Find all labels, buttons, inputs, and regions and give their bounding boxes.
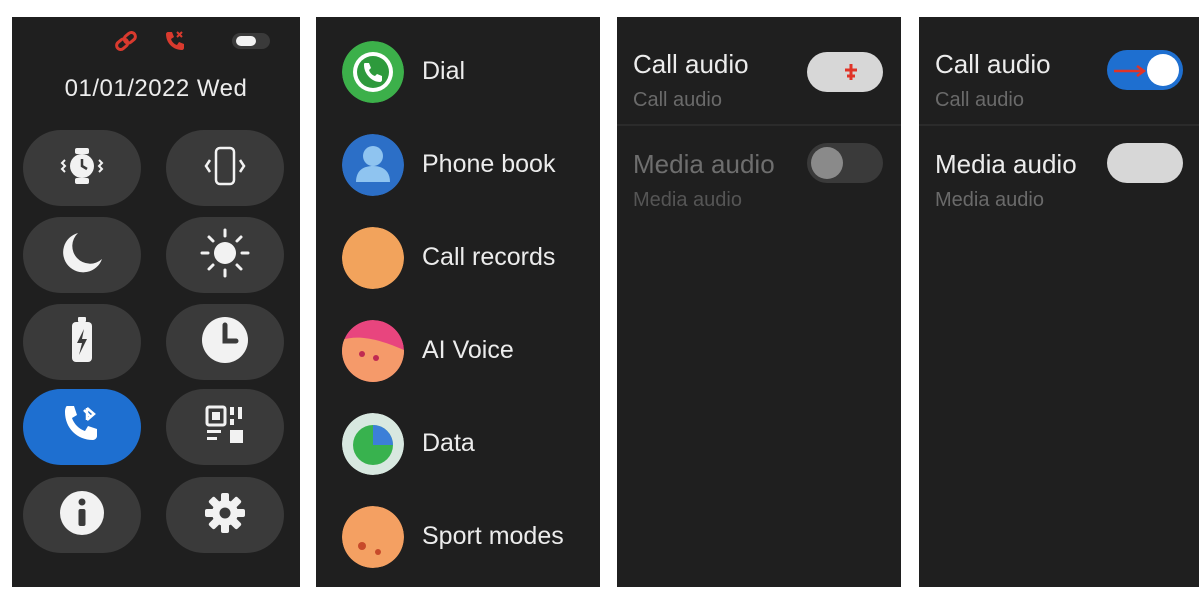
- data-icon: [342, 413, 404, 475]
- swipe-arrow-icon: [1113, 64, 1149, 82]
- sun-icon: [199, 227, 251, 284]
- tap-indicator-icon: [843, 62, 859, 87]
- audio-settings-screen-on: Call audio Call audio Media audio Media …: [919, 17, 1199, 587]
- phone-vibrate-icon: [201, 142, 249, 195]
- link-icon: [112, 29, 140, 58]
- info-icon: [56, 487, 108, 544]
- qr-code-icon: [201, 401, 249, 454]
- menu-item-label: Phone book: [422, 150, 556, 178]
- setting-title: Media audio: [633, 149, 775, 179]
- divider: [617, 124, 901, 126]
- setting-subtitle: Media audio: [935, 189, 1044, 211]
- status-bar: [12, 29, 300, 53]
- menu-item-phone-book[interactable]: Phone book: [316, 124, 600, 204]
- menu-item-call-records[interactable]: Call records: [316, 217, 600, 297]
- menu-item-label: Data: [422, 429, 475, 457]
- menu-item-data[interactable]: Data: [316, 403, 600, 483]
- audio-settings-screen-off: Call audio Call audio Media audio Media …: [617, 17, 901, 587]
- alarm-clock-button[interactable]: [166, 304, 284, 380]
- menu-item-dial[interactable]: Dial: [316, 31, 600, 111]
- battery-status-icon: [232, 33, 270, 49]
- bluetooth-call-button[interactable]: [23, 389, 141, 465]
- menu-item-ai-voice[interactable]: AI Voice: [316, 310, 600, 390]
- phone-book-icon: [342, 134, 404, 196]
- call-audio-toggle[interactable]: [1107, 50, 1183, 90]
- date-display: 01/01/2022 Wed: [64, 75, 248, 102]
- do-not-disturb-button[interactable]: [23, 217, 141, 293]
- power-saving-button[interactable]: [23, 304, 141, 380]
- media-audio-toggle[interactable]: [1107, 143, 1183, 183]
- watch-vibrate-icon: [58, 142, 106, 195]
- gear-icon: [202, 490, 248, 541]
- toggle-knob: [811, 147, 843, 179]
- dial-icon: [342, 41, 404, 103]
- setting-subtitle: Call audio: [935, 89, 1024, 111]
- menu-item-label: Sport modes: [422, 522, 564, 550]
- qr-code-button[interactable]: [166, 389, 284, 465]
- app-menu-screen: Dial Phone book Call records AI Voice Da…: [316, 17, 600, 587]
- clock-icon: [198, 313, 252, 372]
- menu-item-sport-modes[interactable]: Sport modes: [316, 496, 600, 576]
- settings-button[interactable]: [166, 477, 284, 553]
- setting-subtitle: Call audio: [633, 89, 722, 111]
- find-phone-button[interactable]: [166, 130, 284, 206]
- setting-subtitle: Media audio: [633, 189, 742, 211]
- bluetooth-phone-icon: [57, 400, 107, 455]
- moon-icon: [56, 227, 108, 284]
- setting-title: Media audio: [935, 149, 1077, 179]
- menu-item-label: AI Voice: [422, 336, 514, 364]
- find-watch-button[interactable]: [23, 130, 141, 206]
- brightness-button[interactable]: [166, 217, 284, 293]
- menu-item-label: Call records: [422, 243, 556, 271]
- divider: [919, 124, 1199, 126]
- call-audio-toggle[interactable]: [807, 52, 883, 92]
- toggle-knob: [1147, 54, 1179, 86]
- battery-charging-icon: [67, 315, 97, 370]
- phone-icon: [162, 29, 188, 58]
- setting-title: Call audio: [935, 49, 1051, 79]
- menu-item-label: Dial: [422, 57, 466, 85]
- media-audio-toggle[interactable]: [807, 143, 883, 183]
- sport-modes-icon: [342, 506, 404, 568]
- about-button[interactable]: [23, 477, 141, 553]
- call-records-icon: [342, 227, 404, 289]
- quick-controls-screen: 01/01/2022 Wed: [12, 17, 300, 587]
- ai-voice-icon: [342, 320, 404, 382]
- setting-title: Call audio: [633, 49, 749, 79]
